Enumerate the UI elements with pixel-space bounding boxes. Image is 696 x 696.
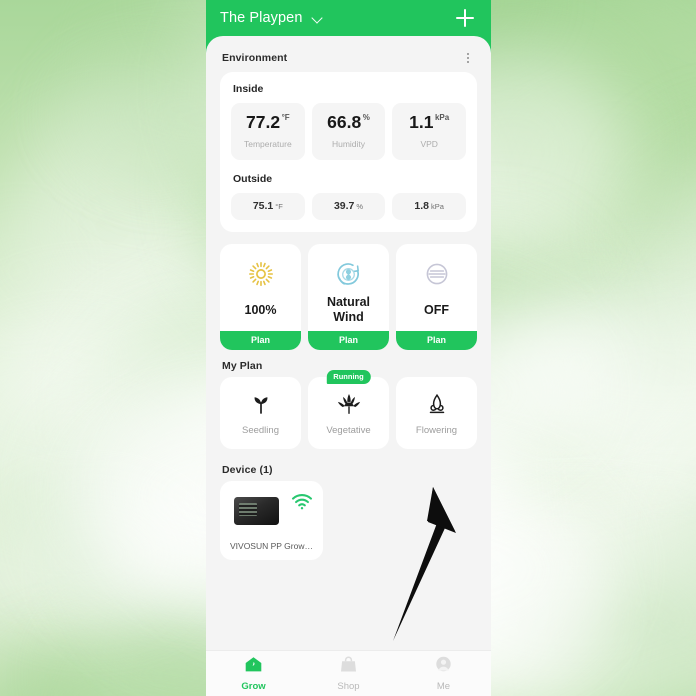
metric-value: 1.8: [414, 200, 430, 213]
vegetative-leaf-icon: [336, 390, 362, 418]
page-title: The Playpen: [220, 10, 303, 26]
tab-me[interactable]: Me: [396, 656, 491, 692]
control-fan-plan-button[interactable]: Plan: [308, 330, 389, 350]
device-thumbnail: [234, 497, 279, 525]
metric-caption: VPD: [420, 138, 438, 149]
kebab-menu-icon[interactable]: [461, 50, 475, 66]
tab-label: Grow: [241, 680, 266, 692]
metric-unit: °F: [275, 201, 283, 211]
metric-value: 66.8: [327, 112, 362, 133]
inside-label: Inside: [233, 83, 264, 95]
plan-label: Seedling: [242, 425, 279, 436]
metric-unit: kPa: [431, 201, 444, 211]
device-title: Device (1): [222, 464, 273, 476]
me-person-icon: [434, 656, 453, 678]
app-header: The Playpen: [206, 0, 491, 36]
metric-temperature[interactable]: 77.2 °F Temperature: [231, 103, 305, 160]
device-card[interactable]: VIVOSUN PP Grow…: [220, 481, 323, 560]
bottom-navigation: Grow Shop Me: [206, 650, 491, 696]
content-scroll-area[interactable]: Environment Inside 77.2 °F Temperature 66…: [206, 36, 491, 650]
environment-title: Environment: [222, 52, 288, 64]
metric-value: 77.2: [246, 112, 281, 133]
tab-label: Shop: [337, 680, 360, 692]
metric-caption: Humidity: [331, 138, 366, 149]
add-button[interactable]: [453, 6, 477, 30]
status-badge: Running: [326, 369, 371, 384]
wifi-icon: [291, 493, 313, 510]
metric-outside-temperature[interactable]: 75.1 °F: [231, 193, 305, 220]
device-name: VIVOSUN PP Grow…: [230, 541, 313, 551]
plan-label: Flowering: [415, 425, 458, 436]
metric-unit: %: [356, 201, 364, 211]
phone-screen: The Playpen Environment Inside 77.2 °F Te…: [206, 0, 491, 696]
flowering-bud-icon: [425, 390, 449, 418]
metric-value: 39.7: [333, 200, 355, 213]
control-humidifier[interactable]: OFF Plan: [396, 244, 477, 350]
control-fan-value: Natural Wind: [326, 295, 371, 324]
tab-grow[interactable]: Grow: [206, 656, 301, 692]
plan-card-vegetative[interactable]: Running Vegetative: [308, 369, 389, 449]
chevron-down-icon[interactable]: [312, 13, 323, 24]
tab-label: Me: [436, 680, 451, 692]
metric-unit: °F: [281, 113, 290, 123]
control-light-plan-button[interactable]: Plan: [220, 330, 301, 350]
seedling-icon: [249, 390, 273, 418]
device-list: VIVOSUN PP Grow…: [220, 481, 477, 560]
outside-label: Outside: [233, 173, 273, 185]
metric-unit: %: [362, 113, 370, 123]
metric-caption: Temperature: [243, 138, 292, 149]
my-plan-title: My Plan: [222, 360, 263, 372]
metric-unit: kPa: [434, 113, 450, 123]
control-fan[interactable]: Natural Wind Plan: [308, 244, 389, 350]
control-light[interactable]: 100% Plan: [220, 244, 301, 350]
control-humidifier-plan-button[interactable]: Plan: [396, 330, 477, 350]
device-controls-row: 100% Plan Natural Wind Plan OFF Plan: [220, 244, 477, 350]
plan-card-flowering[interactable]: Flowering: [396, 377, 477, 449]
plan-label: Vegetative: [326, 425, 371, 436]
metric-value: 1.1: [409, 112, 434, 133]
shop-bag-icon: [339, 656, 358, 678]
metric-humidity[interactable]: 66.8% Humidity: [311, 103, 386, 160]
metric-outside-vpd[interactable]: 1.8 kPa: [392, 193, 467, 220]
metric-outside-humidity[interactable]: 39.7%: [311, 193, 386, 220]
device-section-header: Device (1): [206, 449, 491, 481]
control-light-value: 100%: [244, 302, 277, 317]
metric-vpd[interactable]: 1.1 kPa VPD: [392, 103, 467, 160]
my-plan-row: Seedling Running Vegetative Flowering: [220, 369, 477, 449]
control-humidifier-value: OFF: [424, 302, 449, 317]
sun-icon: [248, 259, 274, 289]
inside-metrics-row: 77.2 °F Temperature 66.8% Humidity 1.1 kPa…: [231, 103, 467, 160]
plan-card-seedling[interactable]: Seedling: [220, 377, 301, 449]
outside-metrics-row: 75.1 °F 39.7% 1.8 kPa: [231, 193, 467, 220]
home-grow-icon: [244, 656, 263, 678]
device-top-row: [230, 491, 313, 536]
humidifier-icon: [424, 259, 450, 289]
environment-section-header: Environment: [206, 36, 491, 72]
metric-value: 75.1: [252, 200, 274, 213]
environment-card: Inside 77.2 °F Temperature 66.8% Humidity…: [220, 72, 477, 232]
fan-wind-icon: [335, 259, 362, 289]
tab-shop[interactable]: Shop: [301, 656, 396, 692]
tent-selector[interactable]: The Playpen: [220, 10, 323, 26]
